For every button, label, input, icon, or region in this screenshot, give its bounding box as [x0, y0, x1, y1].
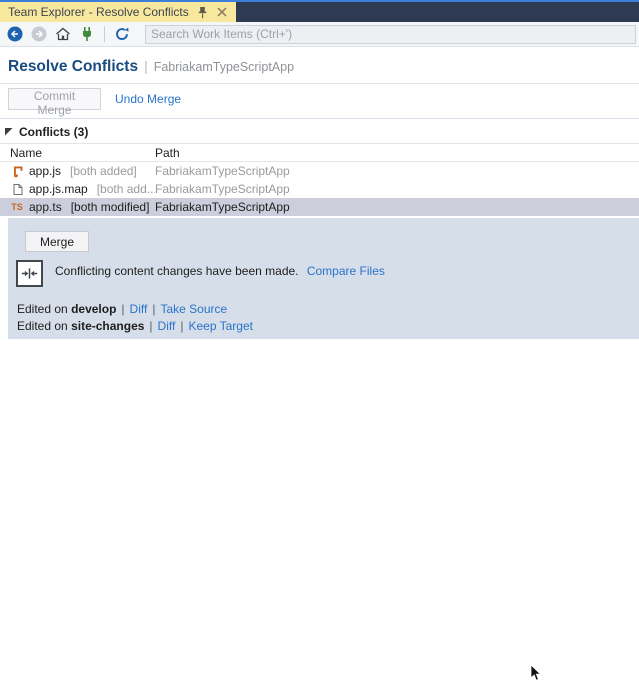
- divider: [0, 143, 639, 144]
- refresh-icon[interactable]: [113, 25, 131, 43]
- table-row-selected[interactable]: TS app.ts [both modified] FabriakamTypeSc…: [0, 198, 639, 216]
- forward-icon[interactable]: [30, 25, 48, 43]
- conflicts-section-header[interactable]: Conflicts (3): [5, 124, 639, 139]
- table-row[interactable]: app.js [both added] FabriakamTypeScriptAp…: [0, 162, 639, 180]
- toolbar-separator: [104, 26, 105, 42]
- file-path: FabriakamTypeScriptApp: [155, 164, 290, 178]
- target-branch-name: site-changes: [71, 319, 145, 333]
- column-header-name[interactable]: Name: [0, 146, 155, 160]
- pipe-separator: |: [149, 319, 153, 333]
- title-separator: |: [144, 58, 148, 74]
- divider: [0, 118, 639, 119]
- edited-on-label: Edited on: [17, 302, 68, 316]
- toolbar: [0, 22, 639, 47]
- pipe-separator: |: [180, 319, 184, 333]
- conflicts-section-title: Conflicts (3): [19, 124, 89, 139]
- project-name: FabriakamTypeScriptApp: [153, 60, 295, 74]
- page-title: Resolve Conflicts: [8, 58, 139, 75]
- mouse-cursor: [530, 664, 542, 680]
- search-input[interactable]: [145, 24, 636, 44]
- js-file-icon: [10, 164, 24, 178]
- file-name: app.ts: [29, 200, 62, 214]
- ts-file-icon: TS: [11, 202, 23, 212]
- tool-window-titlebar: Team Explorer - Resolve Conflicts: [0, 2, 639, 22]
- team-explorer-window: Team Explorer - Resolve Conflicts Re: [0, 0, 639, 680]
- target-branch-line: Edited on site-changes | Diff | Keep Target: [17, 319, 253, 333]
- conflict-icon: [16, 260, 43, 287]
- home-icon[interactable]: [54, 25, 72, 43]
- page-header: Resolve Conflicts | FabriakamTypeScriptA…: [8, 58, 639, 76]
- source-diff-link[interactable]: Diff: [130, 302, 148, 316]
- pin-icon[interactable]: [196, 6, 209, 19]
- file-status: [both added]: [70, 164, 137, 178]
- table-header-row: Name Path: [0, 145, 639, 162]
- actions-bar: Commit Merge Undo Merge: [8, 87, 639, 117]
- source-branch-line: Edited on develop | Diff | Take Source: [17, 302, 227, 316]
- keep-target-link[interactable]: Keep Target: [188, 319, 253, 333]
- file-name: app.js: [29, 164, 62, 178]
- file-status: [both modified]: [70, 200, 150, 214]
- conflict-message: Conflicting content changes have been ma…: [55, 264, 299, 278]
- take-source-link[interactable]: Take Source: [160, 302, 227, 316]
- file-path: FabriakamTypeScriptApp: [155, 200, 290, 214]
- divider: [0, 83, 639, 84]
- close-icon[interactable]: [216, 6, 229, 19]
- merge-button[interactable]: Merge: [25, 231, 89, 252]
- table-row[interactable]: app.js.map [both add... FabriakamTypeScri…: [0, 180, 639, 198]
- conflict-detail-panel: Merge Conflicting content changes have b…: [8, 218, 639, 339]
- target-diff-link[interactable]: Diff: [158, 319, 176, 333]
- back-icon[interactable]: [6, 25, 24, 43]
- collapse-triangle-icon: [5, 127, 13, 136]
- file-status: [both add...: [96, 182, 155, 196]
- tab-title: Team Explorer - Resolve Conflicts: [8, 5, 189, 19]
- pipe-separator: |: [121, 302, 125, 316]
- column-header-path[interactable]: Path: [155, 146, 639, 160]
- conflicts-table: Name Path app.js [both added] FabriakamTy…: [0, 145, 639, 216]
- source-branch-name: develop: [71, 302, 117, 316]
- plug-connect-icon[interactable]: [78, 25, 96, 43]
- tab-team-explorer[interactable]: Team Explorer - Resolve Conflicts: [0, 2, 236, 22]
- file-name: app.js.map: [29, 182, 88, 196]
- conflict-message-line: Conflicting content changes have been ma…: [55, 264, 385, 278]
- pipe-separator: |: [152, 302, 156, 316]
- map-file-icon: [10, 182, 24, 196]
- undo-merge-link[interactable]: Undo Merge: [115, 92, 181, 106]
- file-path: FabriakamTypeScriptApp: [155, 182, 290, 196]
- commit-merge-button[interactable]: Commit Merge: [8, 88, 101, 117]
- compare-files-link[interactable]: Compare Files: [307, 264, 385, 278]
- edited-on-label: Edited on: [17, 319, 68, 333]
